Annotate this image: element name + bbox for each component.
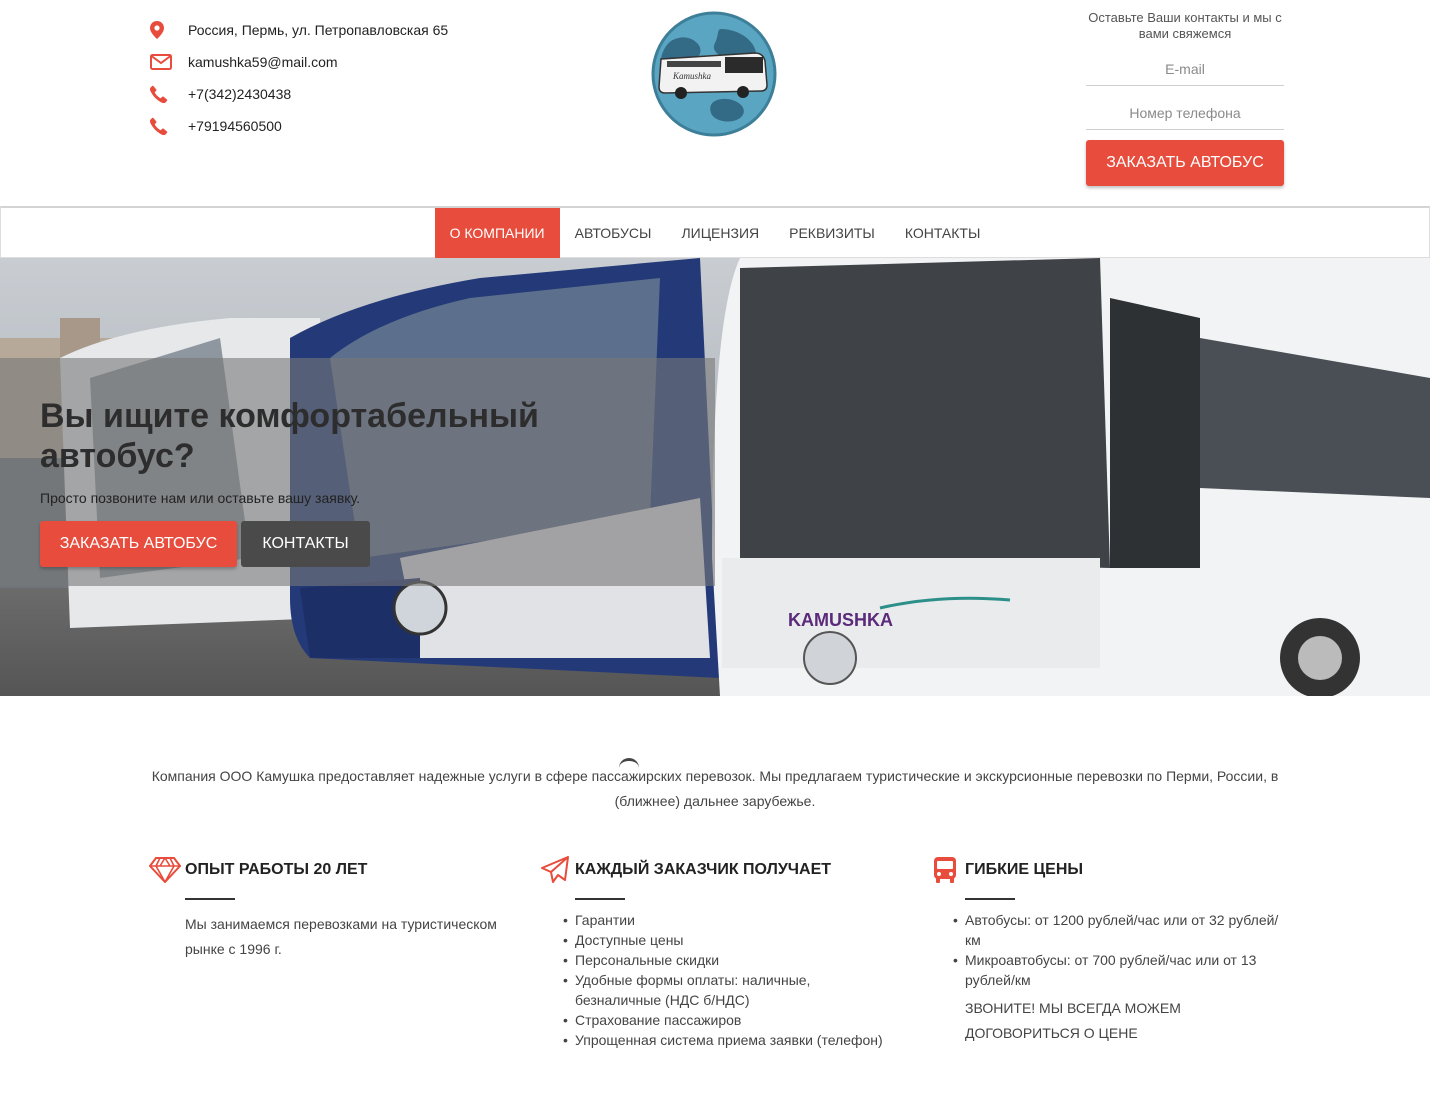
site-header: Россия, Пермь, ул. Петропавловская 65 ka…: [0, 0, 1430, 206]
feature-experience-title: ОПЫТ РАБОТЫ 20 ЛЕТ: [185, 861, 368, 878]
list-item: Упрощенная система приема заявки (телефо…: [563, 1030, 895, 1050]
phone-icon: [148, 85, 188, 103]
hero-bus-brand-text: KAMUSHKA: [788, 610, 893, 630]
nav-item-contacts[interactable]: КОНТАКТЫ: [890, 208, 996, 258]
feature-prices-title: ГИБКИЕ ЦЕНЫ: [965, 861, 1084, 878]
logo-text: Kamushka: [672, 71, 711, 81]
prices-list: Автобусы: от 1200 рублей/час или от 32 р…: [953, 910, 1285, 990]
nav-item-requisites[interactable]: РЕКВИЗИТЫ: [774, 208, 890, 258]
feature-experience-body: Мы занимаемся перевозками на туристическ…: [185, 916, 497, 957]
contacts-button-hero[interactable]: КОНТАКТЫ: [241, 521, 370, 567]
email-field-wrap: [1086, 52, 1284, 86]
contact-list: Россия, Пермь, ул. Петропавловская 65 ka…: [148, 14, 448, 142]
order-bus-button-hero[interactable]: ЗАКАЗАТЬ АВТОБУС: [40, 521, 237, 567]
nav-item-about[interactable]: О КОМПАНИИ: [434, 208, 560, 258]
hero-title: Вы ищите комфортабельный автобус?: [40, 397, 539, 475]
company-logo[interactable]: Kamushka: [651, 11, 777, 137]
list-item: Гарантии: [563, 910, 895, 930]
feature-benefits-title: КАЖДЫЙ ЗАКАЗЧИК ПОЛУЧАЕТ: [575, 861, 832, 878]
feature-underline: [575, 898, 625, 900]
contact-email-text[interactable]: kamushka59@mail.com: [188, 54, 338, 70]
hero-subtitle: Просто позвоните нам или оставьте вашу з…: [40, 490, 361, 506]
list-item: Автобусы: от 1200 рублей/час или от 32 р…: [953, 910, 1285, 950]
about-text: Компания ООО Камушка предоставляет надеж…: [151, 768, 1279, 809]
list-item: Удобные формы оплаты: наличные, безналич…: [563, 970, 895, 1010]
phone-field-wrap: [1086, 96, 1284, 130]
feature-experience-head: ОПЫТ РАБОТЫ 20 ЛЕТ: [145, 852, 505, 888]
feature-flexible-prices: ГИБКИЕ ЦЕНЫ Автобусы: от 1200 рублей/час…: [925, 852, 1285, 1046]
feature-prices-head: ГИБКИЕ ЦЕНЫ: [925, 852, 1285, 888]
feature-customer-benefits: КАЖДЫЙ ЗАКАЗЧИК ПОЛУЧАЕТ Гарантии Доступ…: [535, 852, 895, 1050]
contact-phone-1[interactable]: +7(342)2430438: [148, 78, 448, 110]
nav-item-license[interactable]: ЛИЦЕНЗИЯ: [666, 208, 774, 258]
list-item: Доступные цены: [563, 930, 895, 950]
contact-phone-1-text[interactable]: +7(342)2430438: [188, 86, 291, 102]
location-pin-icon: [148, 21, 188, 39]
mail-icon: [148, 54, 188, 70]
feature-underline: [185, 898, 235, 900]
contact-phone-2[interactable]: +79194560500: [148, 110, 448, 142]
order-bus-button-header[interactable]: ЗАКАЗАТЬ АВТОБУС: [1086, 140, 1284, 186]
list-item: Персональные скидки: [563, 950, 895, 970]
callback-form: Оставьте Ваши контакты и мы с вами свяже…: [1086, 10, 1284, 186]
diamond-icon: [145, 857, 185, 883]
phone-field[interactable]: [1086, 104, 1284, 121]
benefits-list: Гарантии Доступные цены Персональные ски…: [563, 910, 895, 1050]
paper-plane-icon: [535, 855, 575, 885]
list-item: Страхование пассажиров: [563, 1010, 895, 1030]
hero-banner: KAMUSHKA Вы ищите комфортабельный автобу…: [0, 258, 1430, 696]
email-field[interactable]: [1086, 60, 1284, 77]
contact-email[interactable]: kamushka59@mail.com: [148, 46, 448, 78]
contact-address-text: Россия, Пермь, ул. Петропавловская 65: [188, 22, 449, 38]
feature-experience: ОПЫТ РАБОТЫ 20 ЛЕТ Мы занимаемся перевоз…: [145, 852, 505, 962]
prices-note: ЗВОНИТЕ! МЫ ВСЕГДА МОЖЕМ ДОГОВОРИТЬСЯ О …: [965, 1000, 1181, 1041]
feature-benefits-head: КАЖДЫЙ ЗАКАЗЧИК ПОЛУЧАЕТ: [535, 852, 895, 888]
contact-address: Россия, Пермь, ул. Петропавловская 65: [148, 14, 448, 46]
main-nav: О КОМПАНИИ АВТОБУСЫ ЛИЦЕНЗИЯ РЕКВИЗИТЫ К…: [0, 206, 1430, 258]
contact-phone-2-text[interactable]: +79194560500: [188, 118, 282, 134]
nav-item-buses[interactable]: АВТОБУСЫ: [560, 208, 667, 258]
feature-underline: [965, 898, 1015, 900]
list-item: Микроавтобусы: от 700 рублей/час или от …: [953, 950, 1285, 990]
callback-title: Оставьте Ваши контакты и мы с вами свяже…: [1088, 10, 1282, 41]
phone-icon: [148, 117, 188, 135]
bus-icon: [925, 856, 965, 884]
